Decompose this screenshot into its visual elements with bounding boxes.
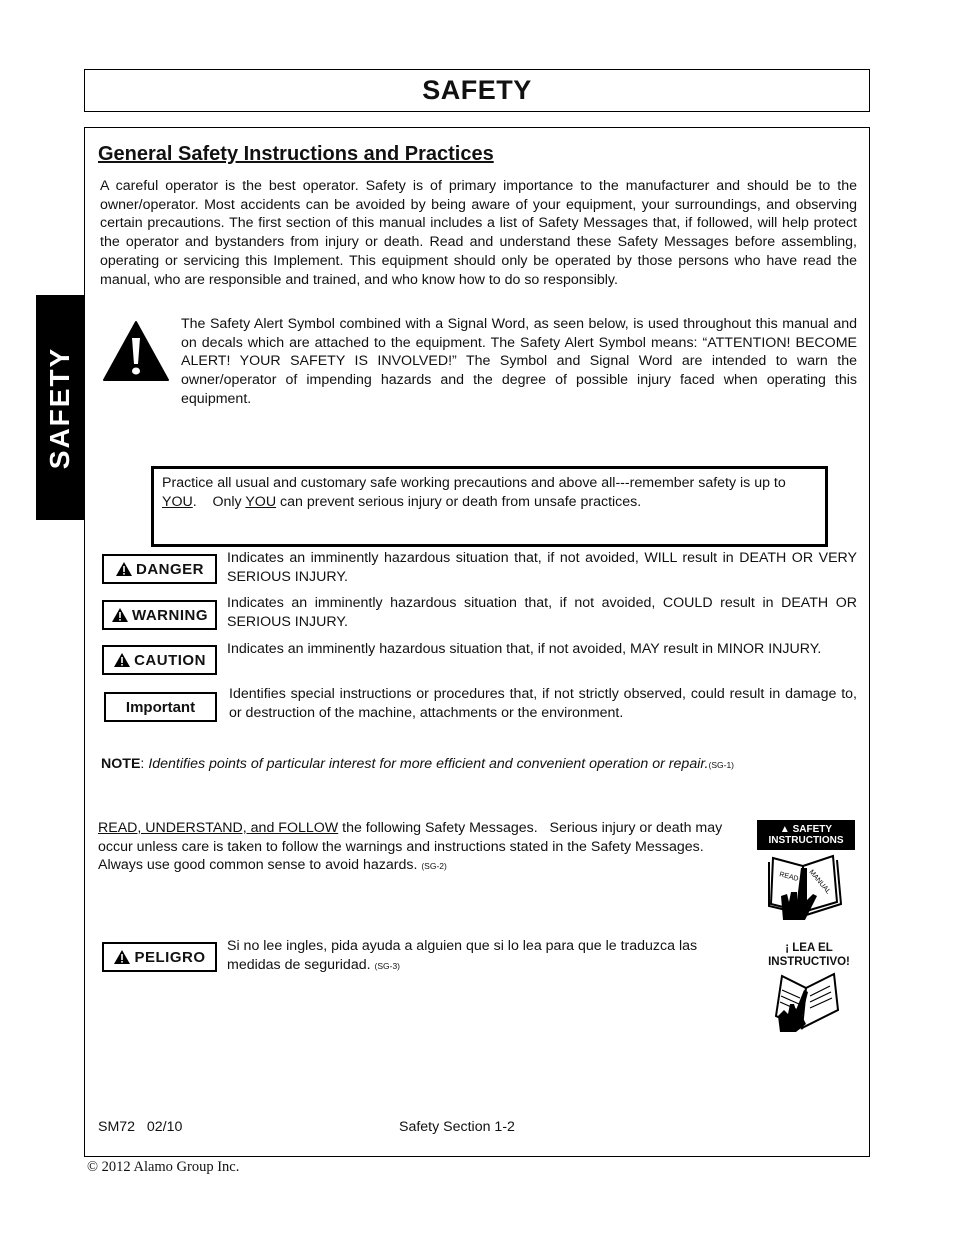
decal-title: SAFETY [792,824,833,835]
peligro-label: PELIGRO [102,942,217,972]
alert-triangle-icon [112,608,128,622]
caution-description: Indicates an imminently hazardous situat… [227,641,822,657]
alert-triangle-icon [115,562,132,576]
practice-text: can prevent serious injury or death from… [276,494,642,510]
read-follow-paragraph: READ, UNDERSTAND, and FOLLOW the followi… [98,819,723,876]
danger-label: DANGER [102,554,217,584]
practice-emphasis: YOU [245,494,277,510]
decal-banner: ▲ SAFETY INSTRUCTIONS [757,820,855,850]
practice-emphasis: YOU [162,494,193,510]
note-label: NOTE [101,756,141,772]
note-line: NOTE: Identifies points of particular in… [101,756,734,772]
read-manual-hand-icon: READ MANUAL [768,854,843,920]
practice-callout: Practice all usual and customary safe wo… [151,466,828,547]
alert-triangle-icon [114,950,131,964]
read-follow-emphasis: READ, UNDERSTAND, and FOLLOW [98,820,339,836]
signal-word: CAUTION [134,651,206,669]
warning-description: Indicates an imminently hazardous situat… [227,595,857,630]
peligro-text: Si no lee ingles, pida ayuda a alguien q… [227,938,698,973]
signal-word: WARNING [132,606,208,624]
document-id: SM72 02/10 [98,1119,182,1135]
side-tab-label: SAFETY [44,346,76,469]
peligro-description: Si no lee ingles, pida ayuda a alguien q… [227,937,752,975]
practice-text: Practice all usual and customary safe wo… [162,475,786,491]
page-header: SAFETY [84,69,870,112]
page-title: SAFETY [422,75,532,105]
reference-code: (SG-2) [421,861,447,872]
signal-word: PELIGRO [134,948,206,966]
section-heading: General Safety Instructions and Practice… [98,143,494,165]
decal-title: INSTRUCTIVO! [768,956,850,968]
lea-instructivo-decal: ¡ LEA EL INSTRUCTIVO! [760,941,858,969]
read-manual-hand-icon [774,972,840,1032]
signal-word: DANGER [135,560,204,578]
reference-code: (SG-3) [374,960,401,971]
danger-description: Indicates an imminently hazardous situat… [227,550,857,585]
page-section-number: Safety Section 1-2 [399,1119,515,1135]
decal-title: INSTRUCTIONS [768,835,844,846]
signal-word: Important [125,698,196,716]
important-description: Identifies special instructions or proce… [229,686,857,721]
important-label: Important [104,692,217,722]
safety-alert-triangle-icon [103,321,169,381]
warning-label: WARNING [102,600,217,630]
alert-symbol-paragraph: The Safety Alert Symbol combined with a … [181,316,857,407]
alert-triangle-icon [114,653,131,667]
side-section-tab: SAFETY [36,295,85,520]
note-text: Identifies points of particular interest… [148,756,709,772]
practice-text: . Only [192,494,246,510]
decal-title: ¡ LEA EL [785,942,833,954]
doc-id-text: SM72 02/10 [98,1119,183,1135]
copyright: © 2012 Alamo Group Inc. [87,1159,240,1175]
safety-instructions-decal: ▲ SAFETY INSTRUCTIONS READ MANUAL [757,820,855,920]
caution-label: CAUTION [102,645,217,675]
intro-paragraph: A careful operator is the best operator.… [100,178,857,288]
reference-code: (SG-1) [708,760,735,770]
